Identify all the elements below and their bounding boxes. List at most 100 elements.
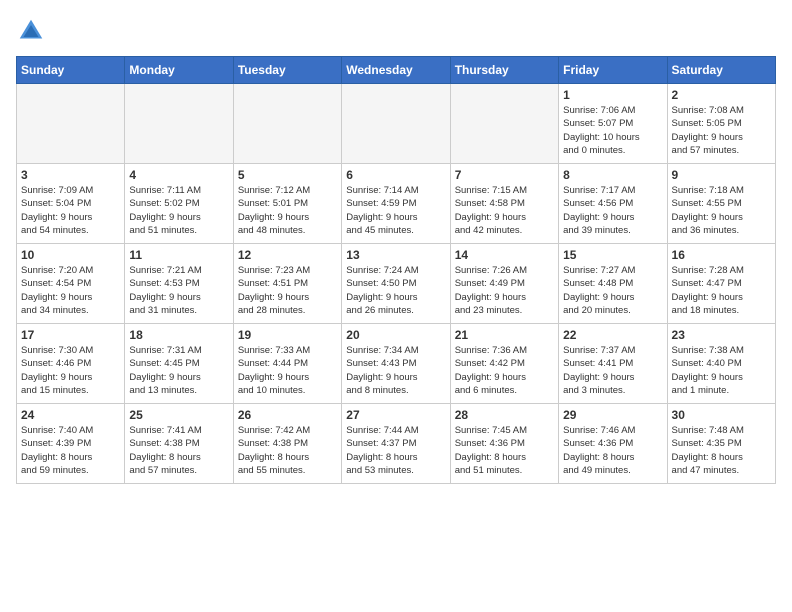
- calendar-week-row: 24Sunrise: 7:40 AM Sunset: 4:39 PM Dayli…: [17, 404, 776, 484]
- day-number: 25: [129, 408, 228, 422]
- calendar-cell: 12 Sunrise: 7:23 AM Sunset: 4:51 PM Dayli…: [233, 244, 341, 324]
- day-info: Sunrise: 7:33 AM Sunset: 4:44 PM Dayligh…: [238, 344, 337, 397]
- day-number: 5: [238, 168, 337, 182]
- calendar-cell: 30 Sunrise: 7:48 AM Sunset: 4:35 PM Dayli…: [667, 404, 775, 484]
- day-info: Sunrise: 7:17 AM Sunset: 4:56 PM Dayligh…: [563, 184, 662, 237]
- day-info: Sunrise: 7:08 AM Sunset: 5:05 PM Dayligh…: [672, 104, 771, 157]
- day-number: 4: [129, 168, 228, 182]
- calendar-cell: 1 Sunrise: 7:06 AM Sunset: 5:07 PM Daylig…: [559, 84, 667, 164]
- calendar-cell: 8 Sunrise: 7:17 AM Sunset: 4:56 PM Daylig…: [559, 164, 667, 244]
- calendar-cell: 24Sunrise: 7:40 AM Sunset: 4:39 PM Dayli…: [17, 404, 125, 484]
- weekday-header: Friday: [559, 57, 667, 84]
- day-info: Sunrise: 7:24 AM Sunset: 4:50 PM Dayligh…: [346, 264, 445, 317]
- day-info: Sunrise: 7:20 AM Sunset: 4:54 PM Dayligh…: [21, 264, 120, 317]
- calendar-cell: 20 Sunrise: 7:34 AM Sunset: 4:43 PM Dayli…: [342, 324, 450, 404]
- day-number: 18: [129, 328, 228, 342]
- logo-icon: [16, 16, 46, 46]
- calendar-cell: 17 Sunrise: 7:30 AM Sunset: 4:46 PM Dayli…: [17, 324, 125, 404]
- day-number: 30: [672, 408, 771, 422]
- calendar-table: SundayMondayTuesdayWednesdayThursdayFrid…: [16, 56, 776, 484]
- day-number: 28: [455, 408, 554, 422]
- day-number: 20: [346, 328, 445, 342]
- weekday-header: Tuesday: [233, 57, 341, 84]
- weekday-header: Saturday: [667, 57, 775, 84]
- day-number: 6: [346, 168, 445, 182]
- day-info: Sunrise: 7:18 AM Sunset: 4:55 PM Dayligh…: [672, 184, 771, 237]
- day-number: 14: [455, 248, 554, 262]
- calendar-week-row: 3 Sunrise: 7:09 AM Sunset: 5:04 PM Daylig…: [17, 164, 776, 244]
- calendar-cell: 13 Sunrise: 7:24 AM Sunset: 4:50 PM Dayli…: [342, 244, 450, 324]
- day-number: 7: [455, 168, 554, 182]
- calendar-cell: [233, 84, 341, 164]
- day-number: 19: [238, 328, 337, 342]
- day-info: Sunrise: 7:45 AM Sunset: 4:36 PM Dayligh…: [455, 424, 554, 477]
- day-number: 29: [563, 408, 662, 422]
- day-info: Sunrise: 7:38 AM Sunset: 4:40 PM Dayligh…: [672, 344, 771, 397]
- calendar-cell: 15Sunrise: 7:27 AM Sunset: 4:48 PM Dayli…: [559, 244, 667, 324]
- weekday-header: Thursday: [450, 57, 558, 84]
- day-number: 10: [21, 248, 120, 262]
- day-info: Sunrise: 7:21 AM Sunset: 4:53 PM Dayligh…: [129, 264, 228, 317]
- day-info: Sunrise: 7:36 AM Sunset: 4:42 PM Dayligh…: [455, 344, 554, 397]
- day-info: Sunrise: 7:30 AM Sunset: 4:46 PM Dayligh…: [21, 344, 120, 397]
- day-number: 11: [129, 248, 228, 262]
- day-number: 27: [346, 408, 445, 422]
- calendar-cell: 22 Sunrise: 7:37 AM Sunset: 4:41 PM Dayli…: [559, 324, 667, 404]
- calendar-week-row: 17 Sunrise: 7:30 AM Sunset: 4:46 PM Dayli…: [17, 324, 776, 404]
- calendar-cell: 25 Sunrise: 7:41 AM Sunset: 4:38 PM Dayli…: [125, 404, 233, 484]
- calendar-cell: 9 Sunrise: 7:18 AM Sunset: 4:55 PM Daylig…: [667, 164, 775, 244]
- day-number: 3: [21, 168, 120, 182]
- calendar-cell: 23Sunrise: 7:38 AM Sunset: 4:40 PM Dayli…: [667, 324, 775, 404]
- calendar-cell: 29 Sunrise: 7:46 AM Sunset: 4:36 PM Dayli…: [559, 404, 667, 484]
- weekday-header: Monday: [125, 57, 233, 84]
- day-info: Sunrise: 7:11 AM Sunset: 5:02 PM Dayligh…: [129, 184, 228, 237]
- day-info: Sunrise: 7:31 AM Sunset: 4:45 PM Dayligh…: [129, 344, 228, 397]
- day-info: Sunrise: 7:23 AM Sunset: 4:51 PM Dayligh…: [238, 264, 337, 317]
- calendar-cell: 4 Sunrise: 7:11 AM Sunset: 5:02 PM Daylig…: [125, 164, 233, 244]
- calendar-cell: [125, 84, 233, 164]
- calendar-cell: 21Sunrise: 7:36 AM Sunset: 4:42 PM Dayli…: [450, 324, 558, 404]
- calendar-cell: 28 Sunrise: 7:45 AM Sunset: 4:36 PM Dayli…: [450, 404, 558, 484]
- calendar-cell: [342, 84, 450, 164]
- day-number: 9: [672, 168, 771, 182]
- day-info: Sunrise: 7:15 AM Sunset: 4:58 PM Dayligh…: [455, 184, 554, 237]
- calendar-cell: 3 Sunrise: 7:09 AM Sunset: 5:04 PM Daylig…: [17, 164, 125, 244]
- calendar-cell: 7 Sunrise: 7:15 AM Sunset: 4:58 PM Daylig…: [450, 164, 558, 244]
- day-number: 13: [346, 248, 445, 262]
- calendar-cell: [17, 84, 125, 164]
- day-number: 2: [672, 88, 771, 102]
- calendar-cell: 14 Sunrise: 7:26 AM Sunset: 4:49 PM Dayli…: [450, 244, 558, 324]
- day-info: Sunrise: 7:40 AM Sunset: 4:39 PM Dayligh…: [21, 424, 120, 477]
- weekday-header-row: SundayMondayTuesdayWednesdayThursdayFrid…: [17, 57, 776, 84]
- calendar-cell: 10 Sunrise: 7:20 AM Sunset: 4:54 PM Dayli…: [17, 244, 125, 324]
- weekday-header: Wednesday: [342, 57, 450, 84]
- calendar-week-row: 10 Sunrise: 7:20 AM Sunset: 4:54 PM Dayli…: [17, 244, 776, 324]
- day-info: Sunrise: 7:34 AM Sunset: 4:43 PM Dayligh…: [346, 344, 445, 397]
- calendar-cell: 19 Sunrise: 7:33 AM Sunset: 4:44 PM Dayli…: [233, 324, 341, 404]
- weekday-header: Sunday: [17, 57, 125, 84]
- day-number: 17: [21, 328, 120, 342]
- day-number: 12: [238, 248, 337, 262]
- day-info: Sunrise: 7:26 AM Sunset: 4:49 PM Dayligh…: [455, 264, 554, 317]
- day-number: 8: [563, 168, 662, 182]
- day-info: Sunrise: 7:27 AM Sunset: 4:48 PM Dayligh…: [563, 264, 662, 317]
- calendar-cell: 6 Sunrise: 7:14 AM Sunset: 4:59 PM Daylig…: [342, 164, 450, 244]
- day-info: Sunrise: 7:41 AM Sunset: 4:38 PM Dayligh…: [129, 424, 228, 477]
- day-info: Sunrise: 7:37 AM Sunset: 4:41 PM Dayligh…: [563, 344, 662, 397]
- day-info: Sunrise: 7:14 AM Sunset: 4:59 PM Dayligh…: [346, 184, 445, 237]
- day-info: Sunrise: 7:09 AM Sunset: 5:04 PM Dayligh…: [21, 184, 120, 237]
- day-info: Sunrise: 7:12 AM Sunset: 5:01 PM Dayligh…: [238, 184, 337, 237]
- calendar-cell: 27Sunrise: 7:44 AM Sunset: 4:37 PM Dayli…: [342, 404, 450, 484]
- day-number: 1: [563, 88, 662, 102]
- day-info: Sunrise: 7:46 AM Sunset: 4:36 PM Dayligh…: [563, 424, 662, 477]
- day-info: Sunrise: 7:28 AM Sunset: 4:47 PM Dayligh…: [672, 264, 771, 317]
- calendar-week-row: 1 Sunrise: 7:06 AM Sunset: 5:07 PM Daylig…: [17, 84, 776, 164]
- calendar-cell: 18 Sunrise: 7:31 AM Sunset: 4:45 PM Dayli…: [125, 324, 233, 404]
- day-number: 26: [238, 408, 337, 422]
- day-info: Sunrise: 7:48 AM Sunset: 4:35 PM Dayligh…: [672, 424, 771, 477]
- calendar-cell: 5 Sunrise: 7:12 AM Sunset: 5:01 PM Daylig…: [233, 164, 341, 244]
- logo: [16, 16, 50, 46]
- day-info: Sunrise: 7:06 AM Sunset: 5:07 PM Dayligh…: [563, 104, 662, 157]
- day-number: 22: [563, 328, 662, 342]
- day-number: 16: [672, 248, 771, 262]
